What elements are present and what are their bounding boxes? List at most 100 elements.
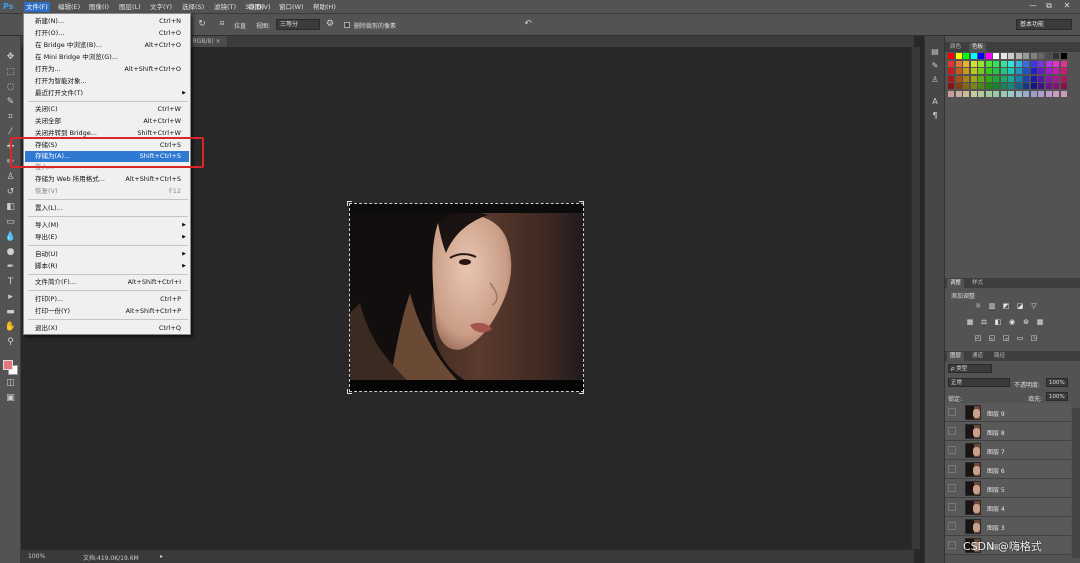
menu-select[interactable]: 选择(S) (180, 2, 206, 12)
swatch-cell[interactable] (1000, 90, 1007, 97)
swatch-cell[interactable] (978, 60, 984, 67)
swatch-cell[interactable] (1008, 83, 1014, 89)
marquee-tool-icon[interactable]: ⬚ (4, 67, 17, 78)
swatch-cell[interactable] (1038, 90, 1044, 97)
tab-layers[interactable]: 图层 (947, 352, 965, 361)
swatch-cell[interactable] (1000, 68, 1007, 74)
layer-visibility-icon[interactable] (948, 541, 956, 549)
swatch-cell[interactable] (1045, 75, 1052, 82)
swatch-cell[interactable] (1038, 53, 1044, 59)
tab-channels[interactable]: 通道 (969, 352, 986, 361)
crop-handle-bottom-right[interactable] (579, 389, 584, 394)
swatch-cell[interactable] (963, 83, 969, 89)
blend-mode-select[interactable]: 正常 (948, 378, 1010, 387)
swatch-cell[interactable] (1053, 53, 1059, 59)
tab-swatches[interactable]: 色板 (969, 43, 987, 52)
swatch-cell[interactable] (1023, 75, 1029, 82)
color-balance-icon[interactable]: ⚖ (979, 318, 989, 327)
swatch-cell[interactable] (1060, 90, 1067, 97)
move-tool-icon[interactable]: ✥ (4, 52, 17, 63)
swatch-cell[interactable] (1030, 60, 1037, 67)
swatch-cell[interactable] (978, 68, 984, 74)
swatch-cell[interactable] (948, 83, 954, 89)
menu-item-file-info[interactable]: 文件简介(F)... Alt+Shift+Ctrl+I (25, 277, 189, 288)
restore-icon[interactable]: ⧉ (1042, 1, 1056, 11)
swatch-cell[interactable] (1030, 83, 1037, 89)
opacity-input[interactable]: 100% (1046, 378, 1068, 387)
menu-item-open[interactable]: 打开(O)... Ctrl+O (25, 28, 189, 39)
swatch-cell[interactable] (970, 75, 977, 82)
status-arrow-icon[interactable]: ▸ (160, 553, 163, 560)
menu-type[interactable]: 文字(Y) (148, 2, 174, 12)
layer-visibility-icon[interactable] (948, 484, 956, 492)
layer-visibility-icon[interactable] (948, 465, 956, 473)
layer-row[interactable]: 图层 3 (945, 517, 1071, 536)
swatch-cell[interactable] (955, 53, 962, 59)
photo-filter-icon[interactable]: ◉ (1007, 318, 1017, 327)
menu-item-revert[interactable]: 恢复(V) F12 (25, 186, 189, 197)
menu-item-exit[interactable]: 退出(X) Ctrl+Q (25, 323, 189, 334)
tab-paths[interactable]: 路径 (991, 352, 1008, 361)
swatch-cell[interactable] (963, 90, 969, 97)
swatch-cell[interactable] (1023, 68, 1029, 74)
swatch-cell[interactable] (1030, 68, 1037, 74)
layer-row[interactable]: 图层 6 (945, 460, 1071, 479)
layer-visibility-icon[interactable] (948, 408, 956, 416)
swatch-cell[interactable] (985, 83, 992, 89)
crop-handle-bottom-left[interactable] (347, 389, 352, 394)
layer-row[interactable]: 图层 5 (945, 479, 1071, 498)
menu-item-open-smart-object[interactable]: 打开为智能对象... (25, 76, 189, 87)
screen-mode-icon[interactable]: ▣ (4, 393, 17, 404)
swatch-cell[interactable] (963, 68, 969, 74)
swatch-cell[interactable] (1000, 75, 1007, 82)
swatch-cell[interactable] (1015, 75, 1022, 82)
fill-input[interactable]: 100% (1046, 392, 1068, 401)
path-select-icon[interactable]: ▸ (4, 292, 17, 303)
menu-filter[interactable]: 滤镜(T) (212, 2, 238, 12)
posterize-icon[interactable]: ◱ (987, 334, 997, 343)
history-brush-icon[interactable]: ↺ (4, 187, 17, 198)
swatch-cell[interactable] (1038, 75, 1044, 82)
swatch-cell[interactable] (1023, 53, 1029, 59)
hue-saturation-icon[interactable]: ▦ (965, 318, 975, 327)
swatch-cell[interactable] (1023, 83, 1029, 89)
straighten-label[interactable]: 拉直 (234, 21, 246, 30)
swatch-cell[interactable] (993, 90, 999, 97)
swatch-cell[interactable] (1008, 53, 1014, 59)
workspace-select[interactable]: 基本功能 (1016, 19, 1072, 30)
layer-visibility-icon[interactable] (948, 503, 956, 511)
swatch-cell[interactable] (1023, 90, 1029, 97)
layer-visibility-icon[interactable] (948, 522, 956, 530)
menu-item-recent[interactable]: 最近打开文件(T) ▶ (25, 88, 189, 99)
swatch-cell[interactable] (1053, 68, 1059, 74)
swatch-cell[interactable] (1023, 60, 1029, 67)
history-panel-icon[interactable]: ▤ (929, 46, 941, 57)
swatch-cell[interactable] (970, 60, 977, 67)
swatch-cell[interactable] (1008, 75, 1014, 82)
threshold-icon[interactable]: ◲ (1001, 334, 1011, 343)
swatch-cell[interactable] (1053, 75, 1059, 82)
swatch-cell[interactable] (1045, 60, 1052, 67)
curves-icon[interactable]: ◩ (1001, 302, 1011, 311)
swatch-cell[interactable] (993, 68, 999, 74)
dodge-tool-icon[interactable]: ● (4, 247, 17, 258)
view-select[interactable]: 三等分 (276, 19, 320, 30)
exposure-icon[interactable]: ◪ (1015, 302, 1025, 311)
layer-row[interactable]: 图层 8 (945, 422, 1071, 441)
canvas-vertical-scrollbar[interactable] (911, 47, 920, 549)
menu-item-new[interactable]: 新建(N)... Ctrl+N (25, 16, 189, 27)
eraser-tool-icon[interactable]: ◧ (4, 202, 17, 213)
swatch-cell[interactable] (1030, 75, 1037, 82)
layer-filter-select[interactable]: ρ 类型 (948, 364, 992, 373)
swatch-cell[interactable] (948, 68, 954, 74)
swatch-cell[interactable] (1008, 60, 1014, 67)
blur-tool-icon[interactable]: 💧 (4, 232, 17, 243)
swatch-cell[interactable] (1038, 60, 1044, 67)
swatch-cell[interactable] (985, 75, 992, 82)
swatch-cell[interactable] (1053, 60, 1059, 67)
swatch-cell[interactable] (1038, 68, 1044, 74)
lasso-tool-icon[interactable]: ◌ (4, 82, 17, 93)
swatch-cell[interactable] (955, 83, 962, 89)
swatch-cell[interactable] (1015, 68, 1022, 74)
swatch-cell[interactable] (1015, 83, 1022, 89)
